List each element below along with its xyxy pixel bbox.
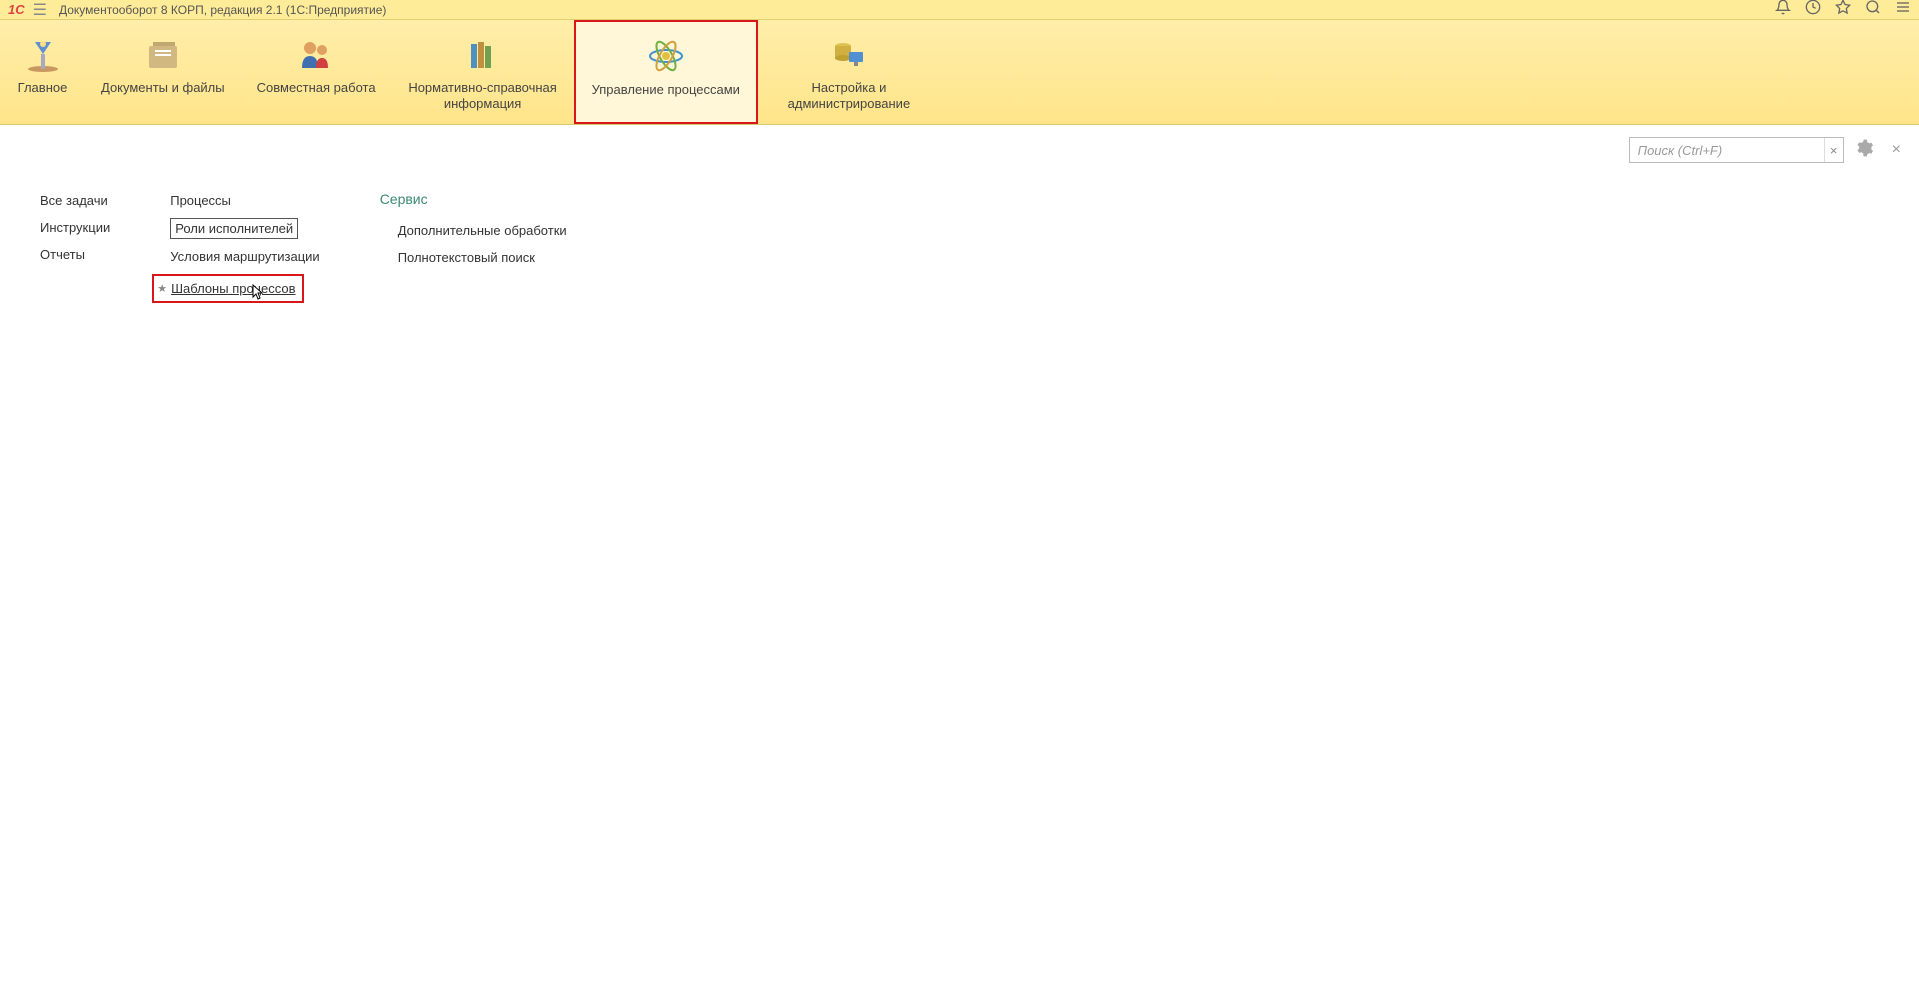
menu-process-templates[interactable]: Шаблоны процессов	[171, 279, 295, 298]
nav-settings[interactable]: Настройка и администрирование	[758, 20, 940, 124]
menu-fulltext-search[interactable]: Полнотекстовый поиск	[398, 248, 567, 267]
nav-label: Нормативно-справочная информация	[408, 80, 558, 111]
history-icon[interactable]	[1805, 0, 1821, 20]
nav-label: Управление процессами	[592, 82, 740, 98]
nav-label: Настройка и администрирование	[774, 80, 924, 111]
search-clear-button[interactable]: ×	[1824, 138, 1843, 162]
search-box: ×	[1629, 137, 1844, 163]
server-monitor-icon	[828, 34, 870, 74]
service-heading: Сервис	[380, 191, 567, 207]
menu-additional-processing[interactable]: Дополнительные обработки	[398, 221, 567, 240]
nav-process-management[interactable]: Управление процессами	[574, 20, 758, 124]
star-icon[interactable]	[1835, 0, 1851, 20]
content-header: × ×	[0, 125, 1919, 171]
menu-columns: Все задачи Инструкции Отчеты Процессы Ро…	[0, 171, 1919, 323]
menu-column-2: Процессы Роли исполнителей Условия маршр…	[170, 191, 319, 303]
gear-settings-icon[interactable]	[1854, 138, 1874, 163]
nav-label: Документы и файлы	[101, 80, 225, 96]
search-input[interactable]	[1630, 139, 1824, 162]
books-icon	[462, 34, 504, 74]
nav-collaboration[interactable]: Совместная работа	[241, 20, 392, 124]
process-atom-icon	[645, 36, 687, 76]
cursor-icon	[249, 284, 265, 305]
app-logo: 1С	[8, 2, 25, 17]
menu-processes[interactable]: Процессы	[170, 191, 319, 210]
menu-column-1: Все задачи Инструкции Отчеты	[40, 191, 110, 303]
menu-instructions[interactable]: Инструкции	[40, 218, 110, 237]
menu-routing-conditions[interactable]: Условия маршрутизации	[170, 247, 319, 266]
nav-documents[interactable]: Документы и файлы	[85, 20, 241, 124]
folder-files-icon	[142, 34, 184, 74]
close-panel-button[interactable]: ×	[1892, 141, 1901, 159]
menu-column-3: Сервис Дополнительные обработки Полнотек…	[380, 191, 567, 303]
favorite-star-icon[interactable]: ★	[157, 282, 167, 295]
search-icon[interactable]	[1865, 0, 1881, 20]
people-icon	[295, 34, 337, 74]
nav-label: Совместная работа	[257, 80, 376, 96]
bell-icon[interactable]	[1775, 0, 1791, 20]
menu-executor-roles[interactable]: Роли исполнителей	[170, 218, 298, 239]
nav-label: Главное	[18, 80, 68, 96]
app-title: Документооборот 8 КОРП, редакция 2.1 (1С…	[59, 3, 1775, 17]
highlighted-templates-row: ★ Шаблоны процессов	[152, 274, 303, 303]
title-bar: 1С ☰ Документооборот 8 КОРП, редакция 2.…	[0, 0, 1919, 20]
main-nav: Главное Документы и файлы Совместная раб…	[0, 20, 1919, 125]
menu-lines-icon[interactable]	[1895, 0, 1911, 20]
nav-reference[interactable]: Нормативно-справочная информация	[392, 20, 574, 124]
title-actions	[1775, 0, 1911, 20]
hamburger-icon[interactable]: ☰	[33, 0, 47, 20]
desk-lamp-icon	[22, 34, 64, 74]
menu-reports[interactable]: Отчеты	[40, 245, 110, 264]
menu-all-tasks[interactable]: Все задачи	[40, 191, 110, 210]
nav-main[interactable]: Главное	[0, 20, 85, 124]
